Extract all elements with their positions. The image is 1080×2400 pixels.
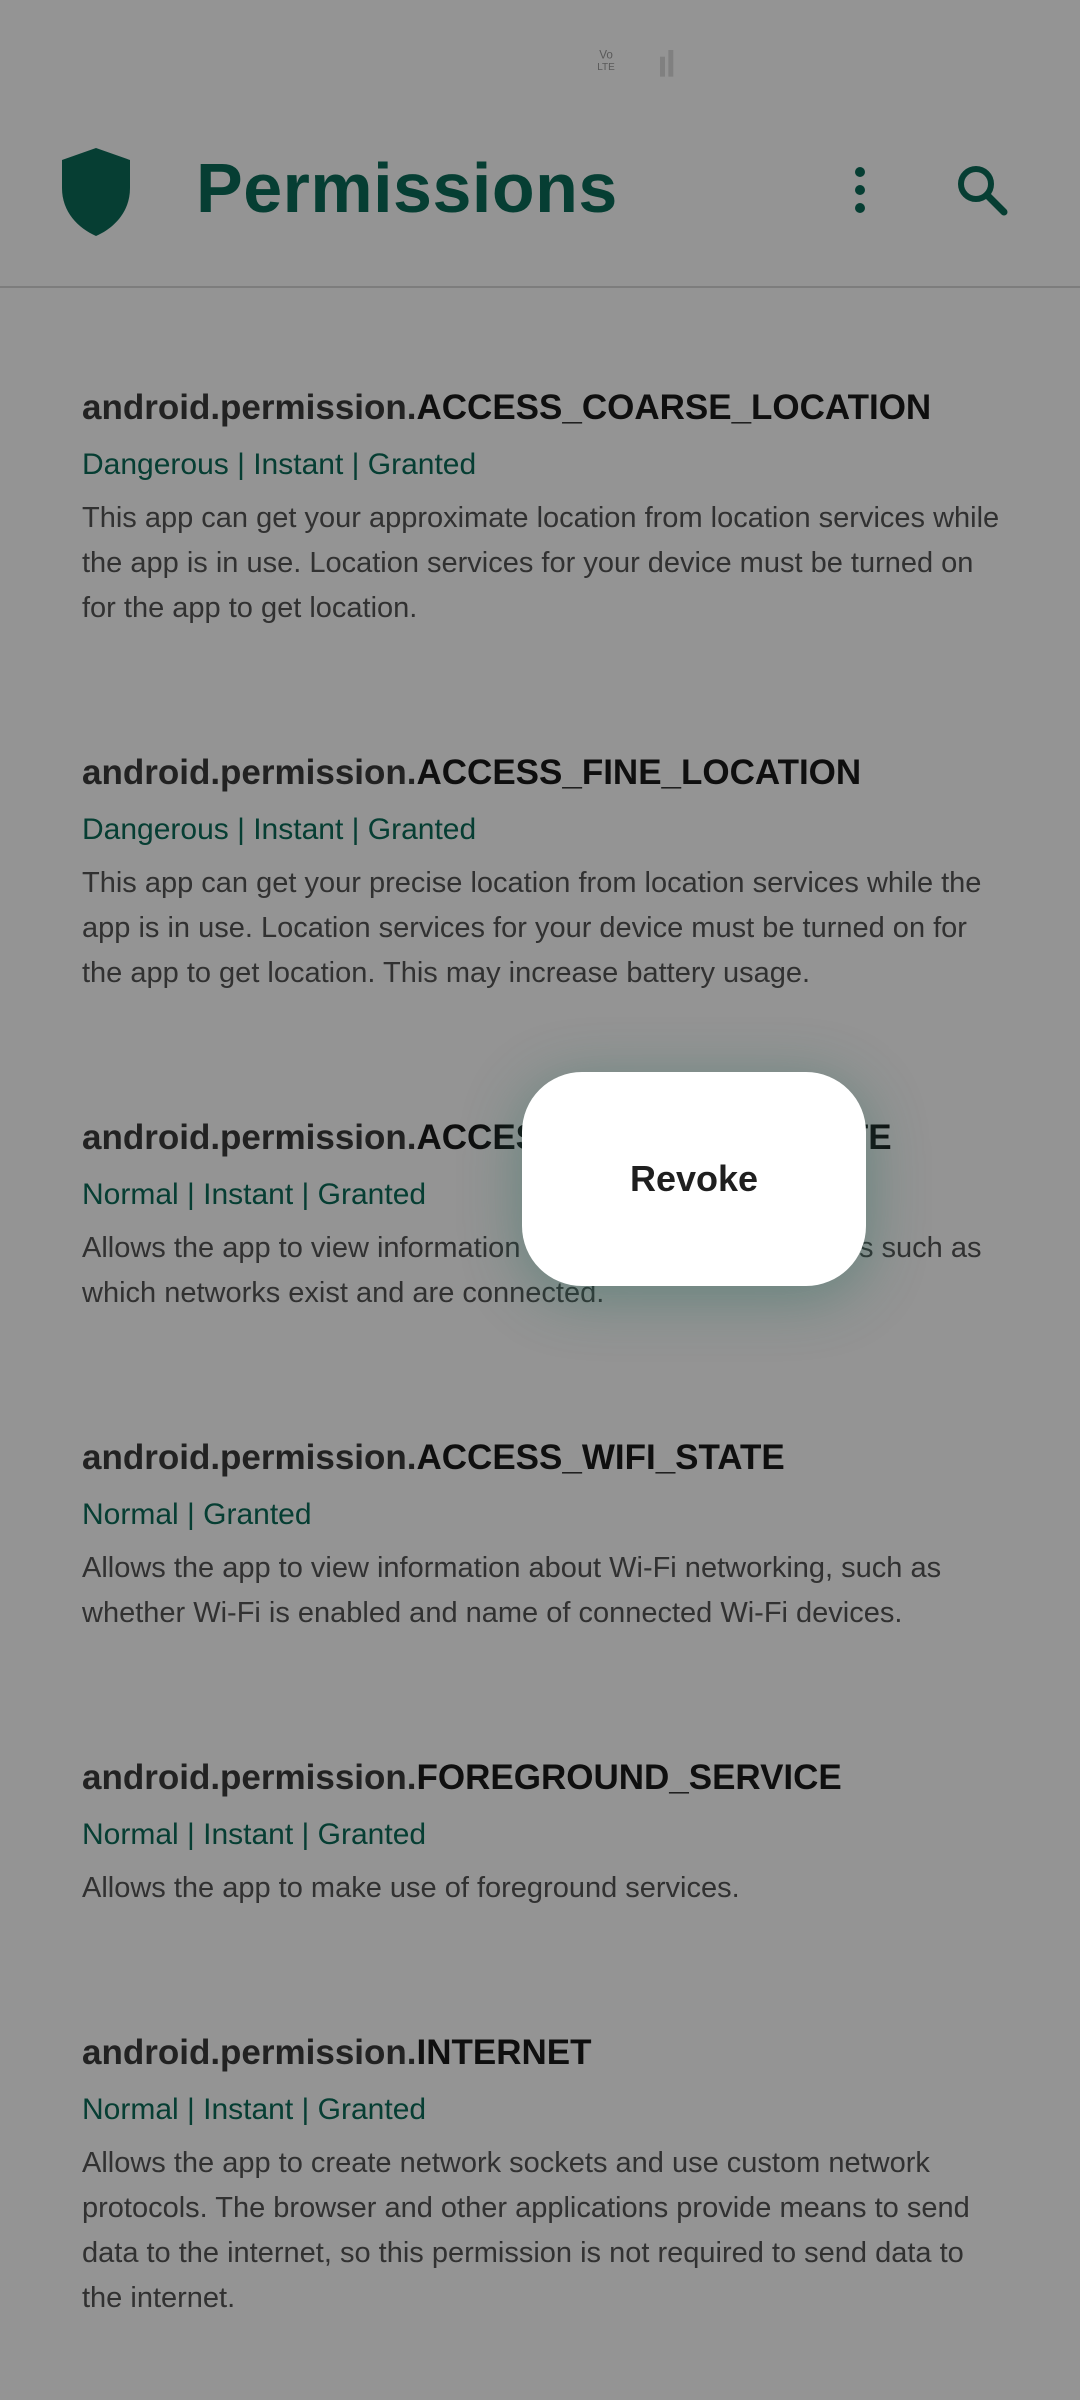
screen: 9:27 PM 0.6KB/s Vo LTE 4G 72 Permissions… [0,0,1080,2400]
revoke-button[interactable]: Revoke [630,1158,758,1200]
context-menu: Revoke [522,1072,866,1286]
